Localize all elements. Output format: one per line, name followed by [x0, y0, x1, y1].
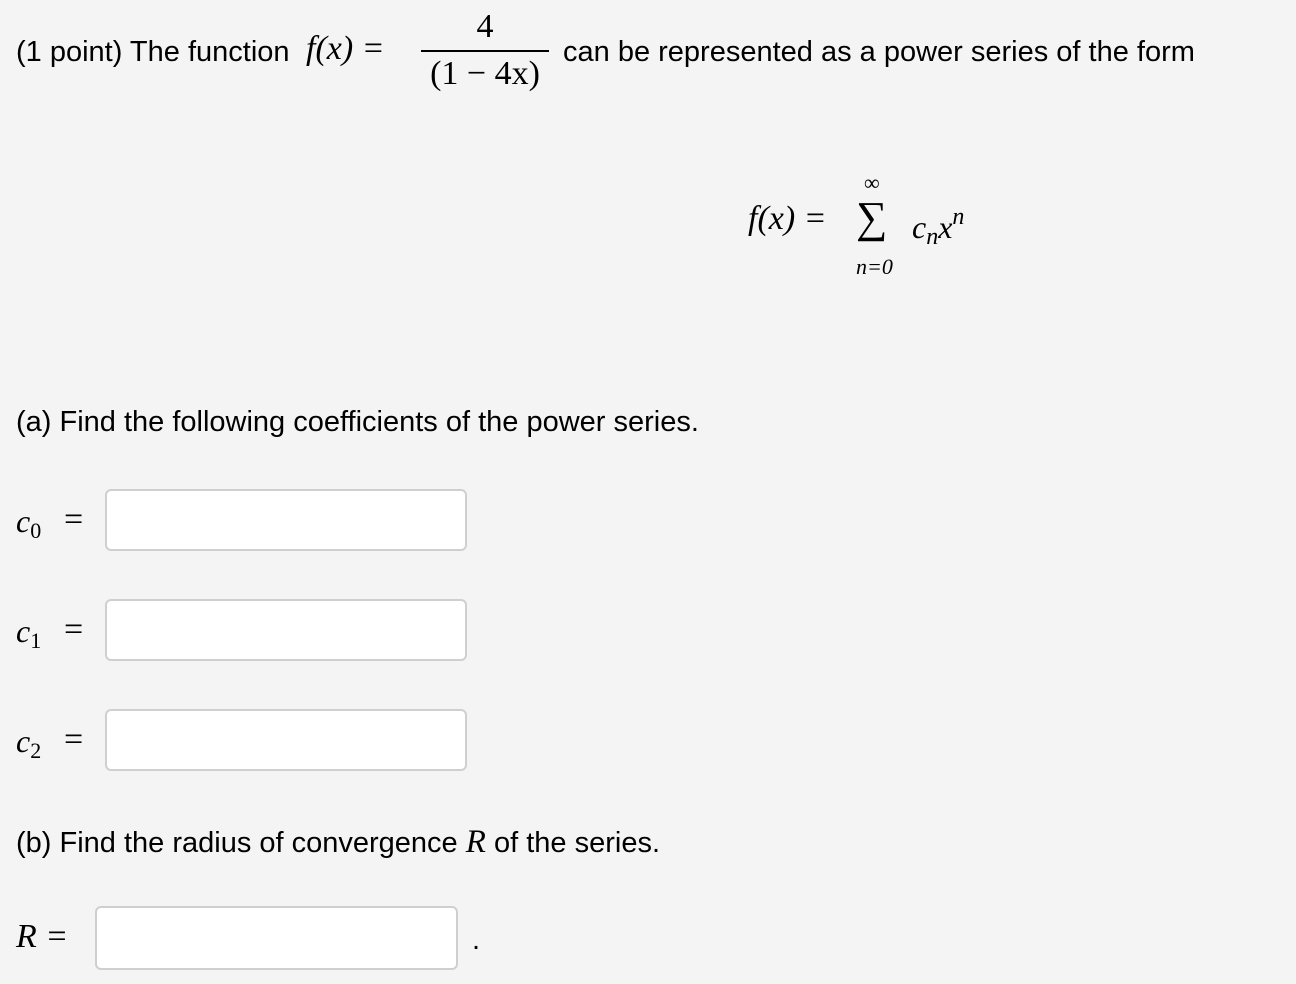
c2-answer-input[interactable]	[105, 709, 467, 771]
radius-answer-row: R = .	[16, 906, 496, 972]
equals-sign: =	[64, 721, 84, 758]
function-lhs-text: f(x) =	[306, 30, 385, 67]
term-sub: n	[926, 224, 939, 250]
series-lhs: f(x) =	[748, 200, 827, 237]
part-b-heading-after: of the series.	[493, 827, 661, 859]
coefficient-label: c0	[16, 503, 41, 544]
coefficient-index: 0	[30, 518, 42, 543]
radius-label: R =	[16, 918, 69, 955]
term-var: x	[938, 209, 953, 245]
c0-answer-input[interactable]	[105, 489, 467, 551]
coefficient-label: c2	[16, 723, 41, 764]
coefficient-label: c1	[16, 613, 41, 654]
coefficient-index: 1	[30, 628, 42, 653]
problem-intro-tail: can be represented as a power series of …	[563, 36, 1195, 68]
function-fraction: 4 (1 − 4x)	[420, 8, 550, 94]
part-b-heading: (b) Find the radius of convergence R of …	[16, 824, 660, 861]
coefficient-symbol: c	[16, 723, 31, 759]
c1-answer-input[interactable]	[105, 599, 467, 661]
coefficient-index: 2	[30, 738, 42, 763]
power-series-formula: f(x) = ∞ ∑ n=0 cnxn	[748, 170, 1008, 290]
coefficient-symbol: c	[16, 613, 31, 649]
coefficient-symbol: c	[16, 503, 31, 539]
radius-symbol: R	[465, 824, 486, 860]
series-term: cnxn	[912, 204, 964, 251]
fraction-bar	[421, 50, 549, 52]
equals-sign: =	[64, 501, 84, 538]
term-sup: n	[952, 204, 965, 230]
equals-sign: =	[64, 611, 84, 648]
coefficient-row-c1: c1 =	[16, 599, 486, 663]
coefficient-row-c0: c0 =	[16, 489, 486, 553]
radius-answer-input[interactable]	[95, 906, 458, 970]
sum-lower-limit: n=0	[856, 254, 893, 279]
trailing-period: .	[472, 924, 481, 956]
problem-intro-text: (1 point) The function	[16, 36, 290, 68]
part-b-heading-before: (b) Find the radius of convergence	[16, 827, 458, 859]
part-a-heading: (a) Find the following coefficients of t…	[16, 406, 699, 438]
function-lhs: f(x) =	[306, 30, 385, 68]
sigma-icon: ∑	[856, 193, 888, 242]
term-base: c	[912, 209, 927, 245]
coefficient-row-c2: c2 =	[16, 709, 486, 773]
fraction-numerator: 4	[476, 8, 494, 45]
fraction-denominator: (1 − 4x)	[430, 55, 540, 92]
